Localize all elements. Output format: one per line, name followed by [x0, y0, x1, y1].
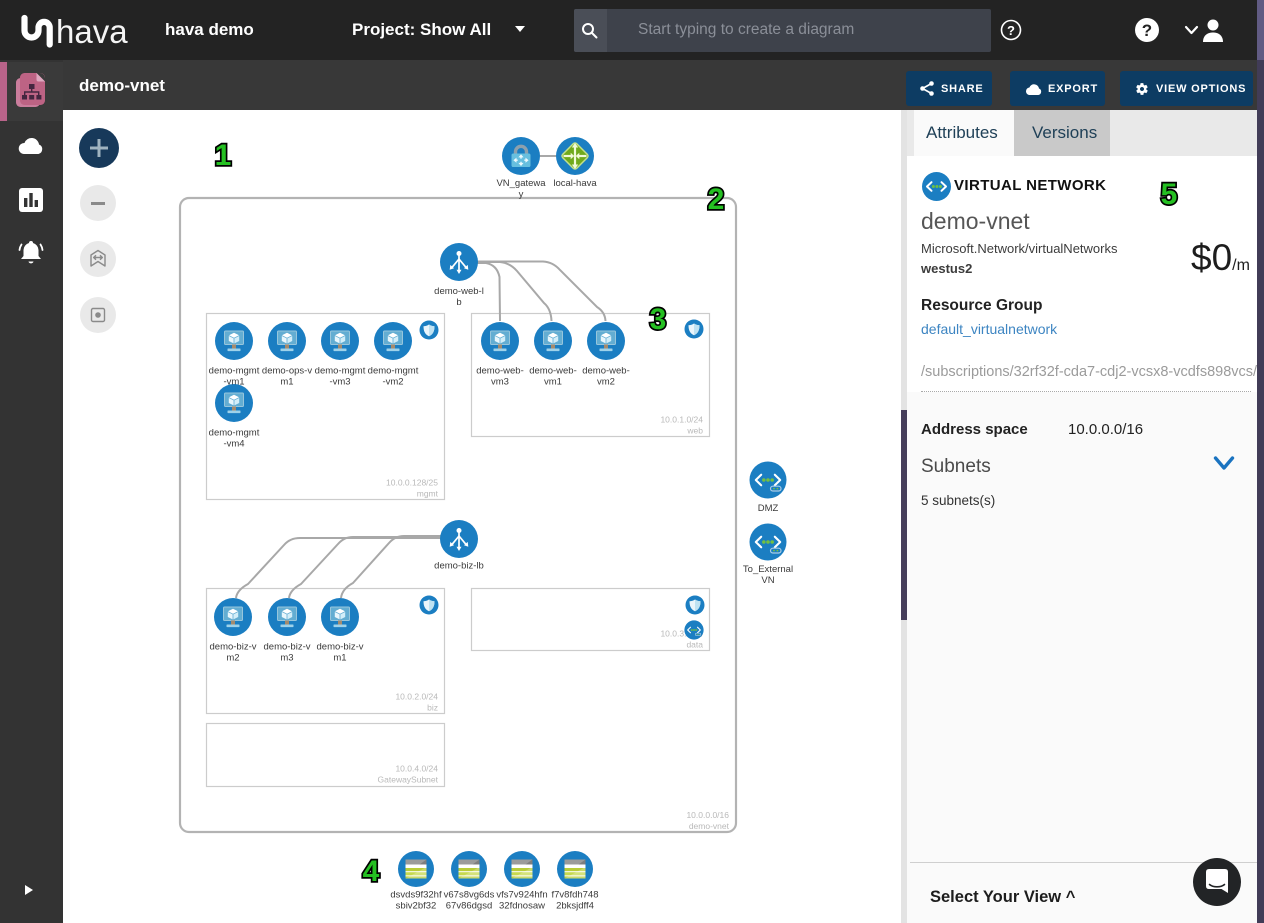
svg-text:y: y [519, 189, 524, 200]
svg-text:demo-biz-lb: demo-biz-lb [434, 561, 484, 572]
svg-text:demo-biz-v: demo-biz-v [264, 642, 311, 653]
svg-text:vm2: vm2 [597, 377, 615, 388]
svg-text:vfs7v924hfn: vfs7v924hfn [496, 890, 547, 901]
svg-text:vm3: vm3 [491, 377, 509, 388]
svg-text:demo-mgmt: demo-mgmt [209, 366, 260, 377]
svg-text:?: ? [1007, 23, 1015, 38]
svg-text:demo-mgmt: demo-mgmt [315, 366, 366, 377]
svg-text:?: ? [1142, 21, 1152, 40]
svg-text:demo-web-: demo-web- [476, 366, 524, 377]
svg-text:DMZ: DMZ [758, 503, 779, 514]
svg-text:67v86dgsd: 67v86dgsd [446, 901, 492, 912]
svg-text:10.0.0.128/25: 10.0.0.128/25 [386, 478, 438, 488]
svg-text:local-hava: local-hava [553, 178, 597, 189]
svg-text:demo-vnet: demo-vnet [689, 821, 730, 831]
svg-text:b: b [456, 297, 461, 308]
svg-text:VN_gatewa: VN_gatewa [496, 178, 546, 189]
svg-text:-vm1: -vm1 [223, 377, 244, 388]
svg-text:v67s8vg6ds: v67s8vg6ds [444, 890, 495, 901]
svg-text:web: web [686, 426, 703, 436]
svg-text:demo-mgmt: demo-mgmt [368, 366, 419, 377]
svg-text:m2: m2 [226, 653, 239, 664]
svg-text:vm1: vm1 [544, 377, 562, 388]
svg-text:10.0.2.0/24: 10.0.2.0/24 [395, 692, 438, 702]
svg-text:VN: VN [761, 575, 774, 586]
svg-text:10.0.0.0/16: 10.0.0.0/16 [686, 810, 729, 820]
svg-text:dsvds9f32hf: dsvds9f32hf [390, 890, 442, 901]
svg-text:demo-biz-v: demo-biz-v [210, 642, 257, 653]
svg-text:sbiv2bf32: sbiv2bf32 [396, 901, 437, 912]
svg-text:32fdnosaw: 32fdnosaw [499, 901, 545, 912]
svg-text:demo-web-: demo-web- [529, 366, 577, 377]
svg-text:10.0.4.0/24: 10.0.4.0/24 [395, 764, 438, 774]
svg-text:biz: biz [427, 703, 438, 713]
svg-text:m1: m1 [333, 653, 346, 664]
svg-text:data: data [686, 640, 703, 650]
svg-text:GatewaySubnet: GatewaySubnet [378, 775, 439, 785]
svg-text:f7v8fdh748: f7v8fdh748 [551, 890, 598, 901]
svg-text:demo-ops-v: demo-ops-v [262, 366, 312, 377]
svg-text:m1: m1 [280, 377, 293, 388]
svg-text:-vm2: -vm2 [382, 377, 403, 388]
svg-text:demo-biz-v: demo-biz-v [317, 642, 364, 653]
svg-text:demo-mgmt: demo-mgmt [209, 428, 260, 439]
svg-text:demo-web-: demo-web- [582, 366, 630, 377]
svg-text:10.0.1.0/24: 10.0.1.0/24 [660, 415, 703, 425]
svg-text:m3: m3 [280, 653, 293, 664]
svg-text:mgmt: mgmt [417, 489, 439, 499]
svg-text:demo-web-l: demo-web-l [434, 286, 484, 297]
svg-text:-vm3: -vm3 [329, 377, 350, 388]
svg-text:-vm4: -vm4 [223, 439, 244, 450]
svg-text:To_External: To_External [743, 564, 793, 575]
svg-text:2bksjdff4: 2bksjdff4 [556, 901, 594, 912]
